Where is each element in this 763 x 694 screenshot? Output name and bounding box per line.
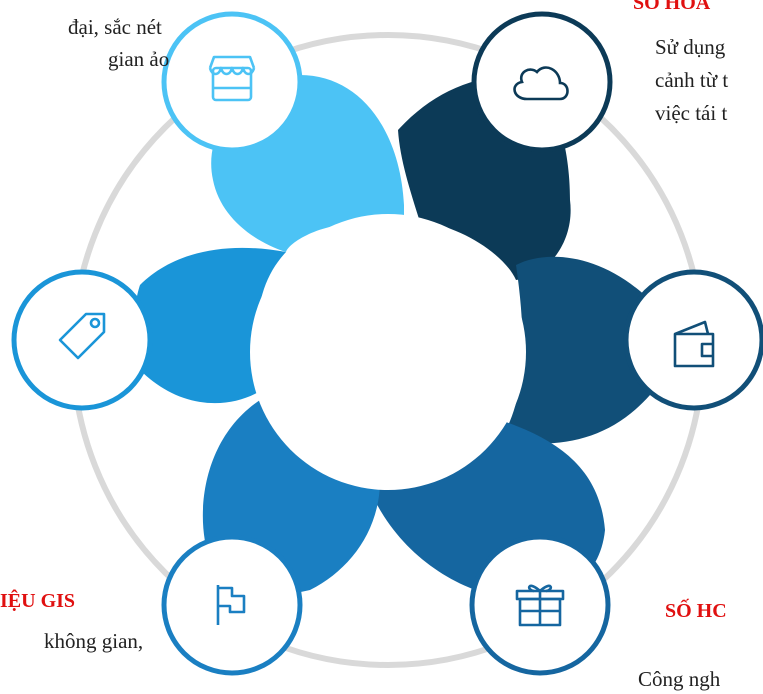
node-left <box>11 269 153 411</box>
node-bottom-right <box>469 534 611 676</box>
heading-bottom-right: SỐ HC <box>665 600 727 622</box>
node-bottom-left <box>161 534 303 676</box>
node-top-left <box>161 11 303 153</box>
text-top-left-line2: gian ảo <box>108 47 170 71</box>
heading-top-right: SỐ HÓA <box>633 0 711 14</box>
infographic-diagram: đại, sắc nét gian ảo SỐ HÓA Sử dụng cảnh… <box>0 0 763 691</box>
text-top-left-line1: đại, sắc nét <box>68 15 162 39</box>
text-top-right-line1: Sử dụng <box>655 35 726 59</box>
center-circle <box>250 214 526 490</box>
text-top-right-line2: cảnh từ t <box>655 68 729 92</box>
cycle-diagram <box>11 11 763 676</box>
text-bottom-left-line1: không gian, <box>44 629 144 653</box>
node-top-right <box>471 11 613 153</box>
heading-bottom-left: IỆU GIS <box>0 590 76 612</box>
node-right <box>623 269 763 411</box>
text-top-right-line3: việc tái t <box>655 101 728 125</box>
text-bottom-right-line1: Công ngh <box>638 667 721 691</box>
